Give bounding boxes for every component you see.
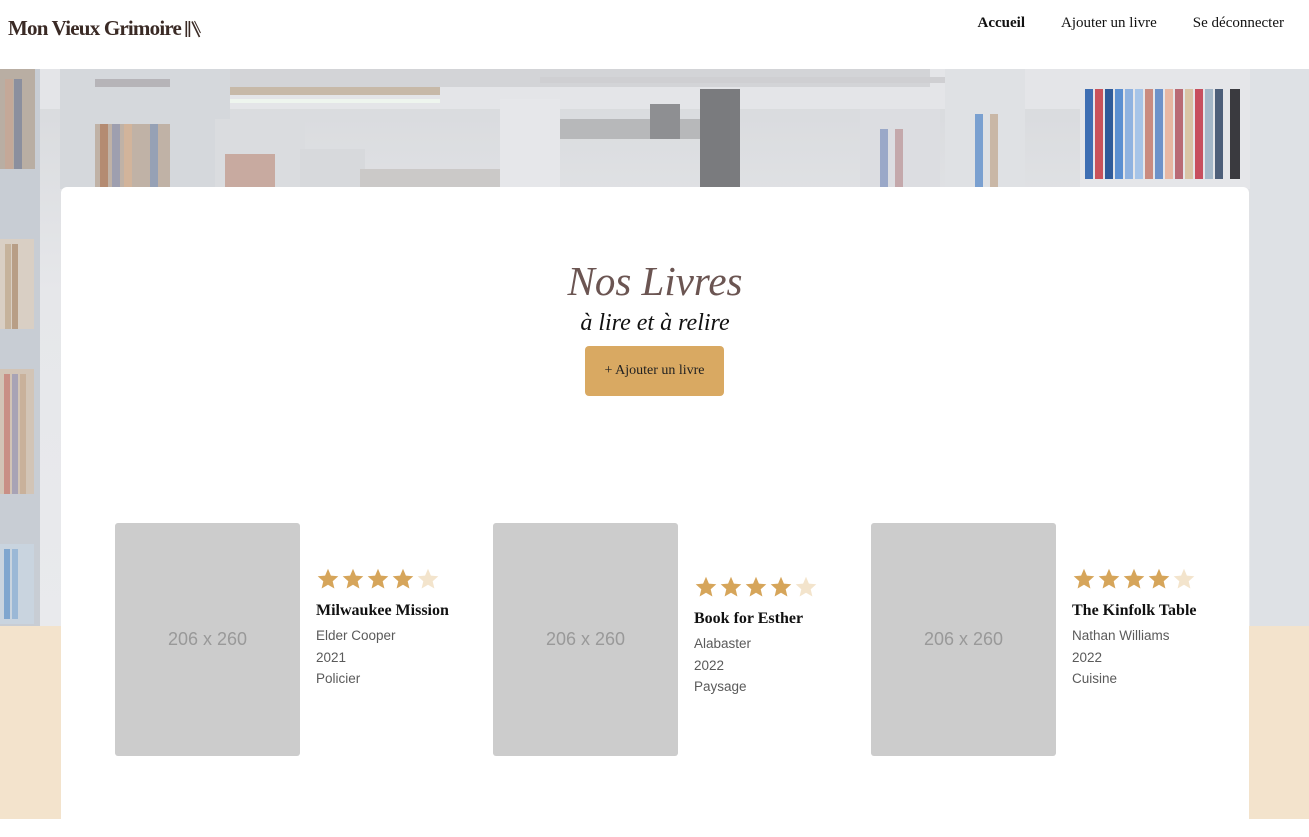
page-subtitle: à lire et à relire bbox=[580, 310, 730, 336]
site-header: Mon Vieux Grimoire Accueil Ajouter un li… bbox=[0, 0, 1309, 69]
star-filled-icon bbox=[744, 575, 768, 599]
rating-stars bbox=[694, 575, 829, 599]
rating-stars bbox=[316, 567, 451, 591]
book-year: 2022 bbox=[694, 657, 725, 673]
book-genre: Policier bbox=[316, 671, 361, 686]
book-year: 2021 bbox=[316, 649, 347, 665]
nav-ajouter-livre[interactable]: Ajouter un livre bbox=[1061, 15, 1157, 32]
book-genre: Cuisine bbox=[1072, 671, 1118, 686]
nav-accueil[interactable]: Accueil bbox=[978, 15, 1025, 32]
star-filled-icon bbox=[1147, 567, 1171, 591]
site-logo[interactable]: Mon Vieux Grimoire bbox=[8, 16, 201, 41]
main-nav: Accueil Ajouter un livre Se déconnecter bbox=[978, 15, 1285, 32]
star-filled-icon bbox=[316, 567, 340, 591]
star-filled-icon bbox=[1097, 567, 1121, 591]
star-empty-icon bbox=[1172, 567, 1196, 591]
books-card: Nos Livres à lire et à relire + Ajouter … bbox=[61, 187, 1249, 837]
star-filled-icon bbox=[719, 575, 743, 599]
book-author: Elder Cooper bbox=[316, 628, 396, 643]
star-filled-icon bbox=[341, 567, 365, 591]
star-filled-icon bbox=[1122, 567, 1146, 591]
star-filled-icon bbox=[694, 575, 718, 599]
star-empty-icon bbox=[416, 567, 440, 591]
star-filled-icon bbox=[391, 567, 415, 591]
star-empty-icon bbox=[794, 575, 818, 599]
book-year: 2022 bbox=[1072, 649, 1103, 665]
book-info: The Kinfolk Table Nathan Williams 2022 C… bbox=[1072, 567, 1207, 690]
star-filled-icon bbox=[366, 567, 390, 591]
rating-stars bbox=[1072, 567, 1207, 591]
book-author: Alabaster bbox=[694, 636, 752, 651]
nav-deconnexion[interactable]: Se déconnecter bbox=[1193, 15, 1284, 32]
book-card[interactable]: 206 x 260 Book for Esther Alabaster 2022… bbox=[493, 523, 833, 756]
book-card[interactable]: 206 x 260 Milwaukee Mission Elder Cooper… bbox=[115, 523, 455, 756]
add-book-button[interactable]: + Ajouter un livre bbox=[585, 346, 724, 396]
star-filled-icon bbox=[1072, 567, 1096, 591]
book-card[interactable]: 206 x 260 The Kinfolk Table Nathan Willi… bbox=[871, 523, 1211, 756]
book-cover-placeholder[interactable]: 206 x 260 bbox=[115, 523, 300, 756]
books-logo-icon bbox=[185, 20, 201, 38]
book-title[interactable]: Book for Esther bbox=[694, 611, 829, 627]
book-info: Milwaukee Mission Elder Cooper 2021 Poli… bbox=[316, 567, 451, 690]
book-author: Nathan Williams bbox=[1072, 628, 1170, 643]
book-info: Book for Esther Alabaster 2022 Paysage bbox=[694, 575, 829, 698]
book-title[interactable]: The Kinfolk Table bbox=[1072, 603, 1207, 619]
book-genre: Paysage bbox=[694, 679, 747, 694]
book-cover-placeholder[interactable]: 206 x 260 bbox=[871, 523, 1056, 756]
book-title[interactable]: Milwaukee Mission bbox=[316, 603, 451, 619]
star-filled-icon bbox=[769, 575, 793, 599]
book-cover-placeholder[interactable]: 206 x 260 bbox=[493, 523, 678, 756]
logo-text: Mon Vieux Grimoire bbox=[8, 16, 182, 40]
page-title: Nos Livres bbox=[567, 258, 743, 304]
